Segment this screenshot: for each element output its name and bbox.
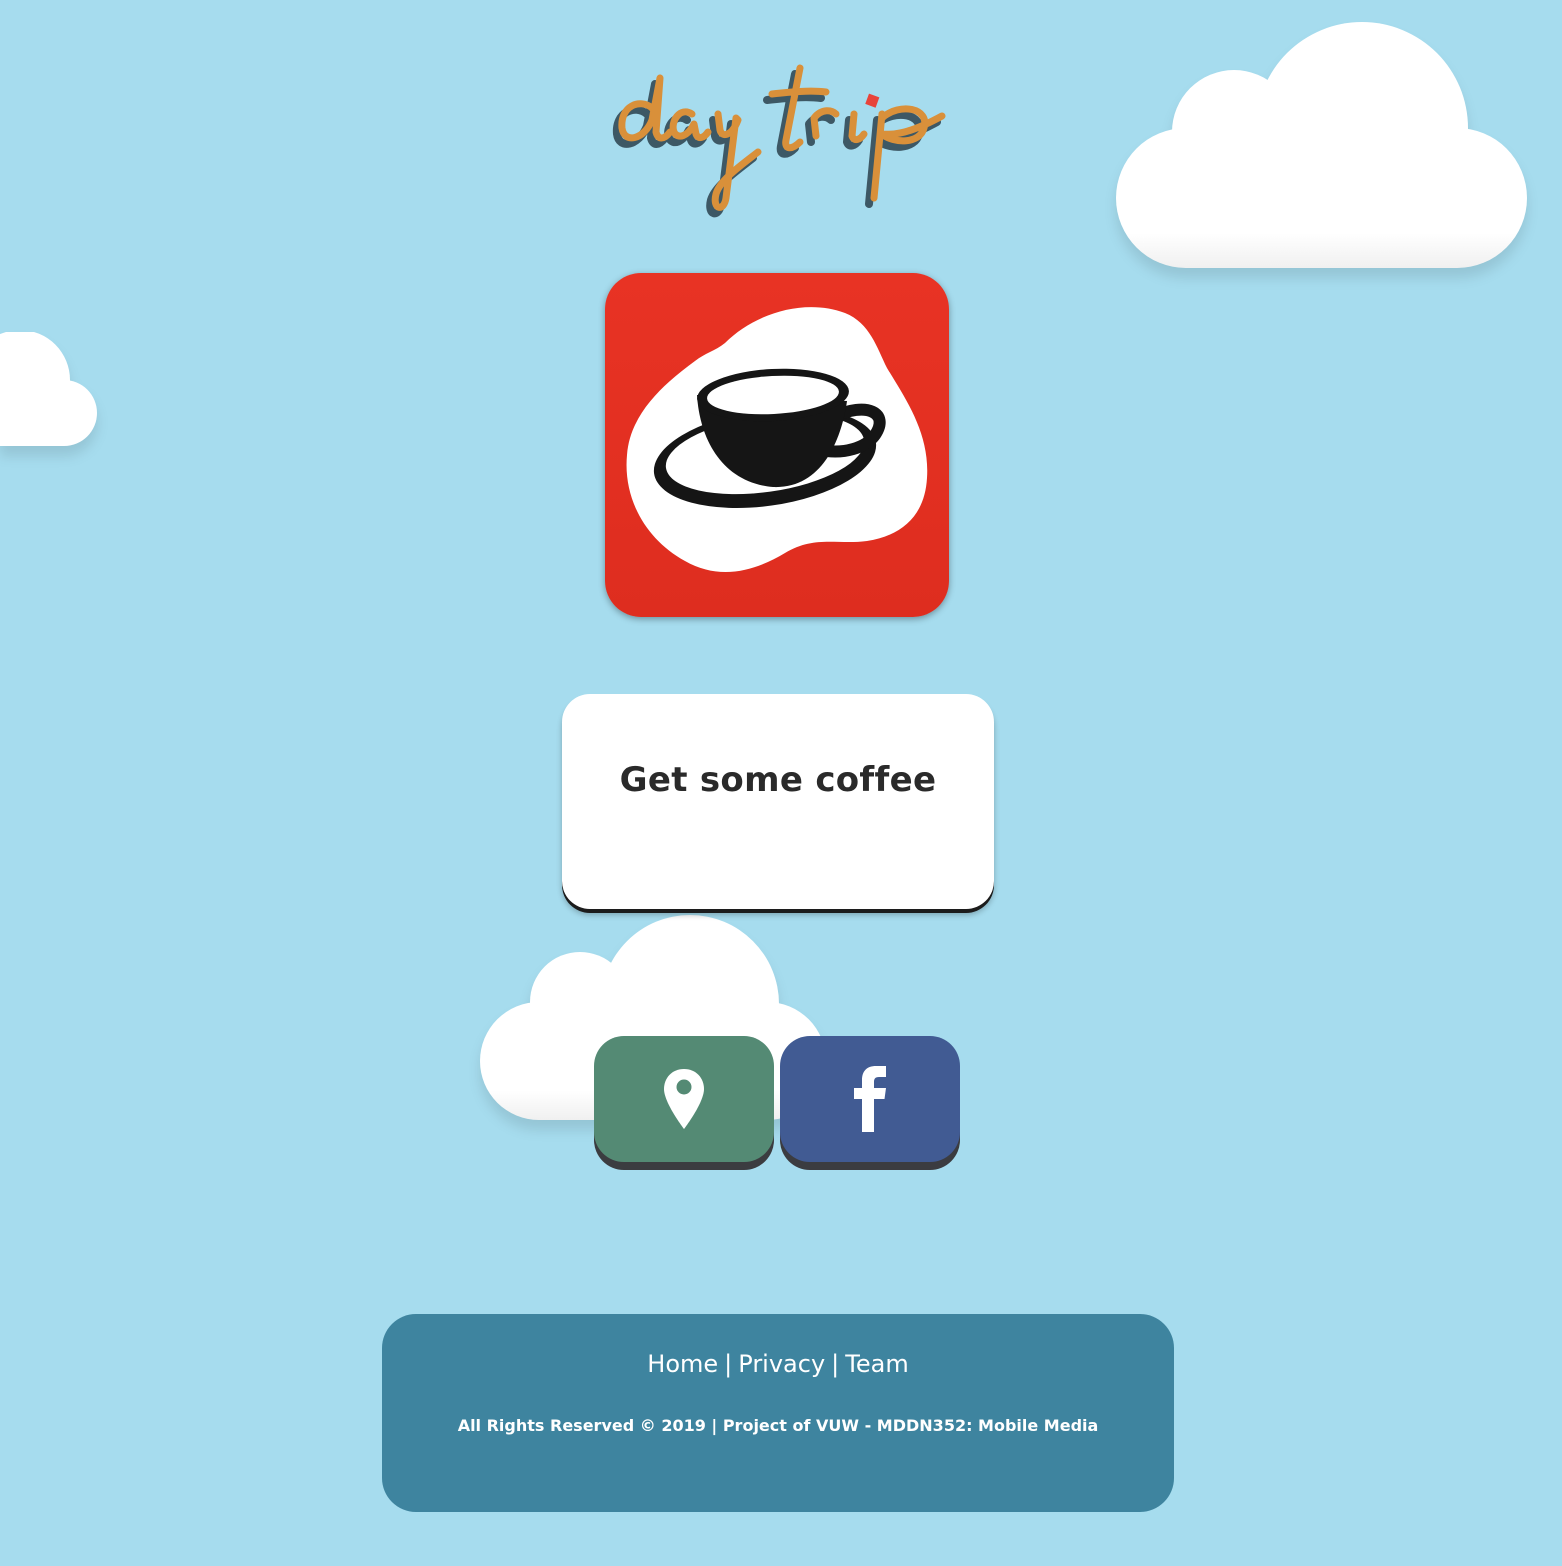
footer-separator: | (724, 1350, 733, 1378)
facebook-icon (854, 1066, 886, 1132)
location-button[interactable] (594, 1036, 774, 1162)
cloud-top-right (1116, 22, 1527, 268)
coffee-app-icon (605, 273, 949, 617)
day-trip-logo (600, 48, 960, 228)
get-coffee-button[interactable]: Get some coffee (562, 694, 994, 909)
footer: Home | Privacy | Team All Rights Reserved © … (382, 1314, 1174, 1512)
footer-link-home[interactable]: Home (647, 1350, 718, 1378)
day-trip-logo-graphic (612, 64, 946, 218)
map-pin-icon (664, 1069, 704, 1129)
footer-links: Home | Privacy | Team (382, 1350, 1174, 1378)
copyright-text: All Rights Reserved © 2019 | Project of … (457, 1416, 1099, 1435)
facebook-button[interactable] (780, 1036, 960, 1162)
cloud-left-edge (0, 332, 97, 446)
coffee-cup-icon (626, 307, 928, 573)
footer-link-privacy[interactable]: Privacy (738, 1350, 825, 1378)
footer-separator: | (831, 1350, 840, 1378)
footer-link-team[interactable]: Team (845, 1350, 908, 1378)
get-coffee-label: Get some coffee (619, 760, 937, 800)
